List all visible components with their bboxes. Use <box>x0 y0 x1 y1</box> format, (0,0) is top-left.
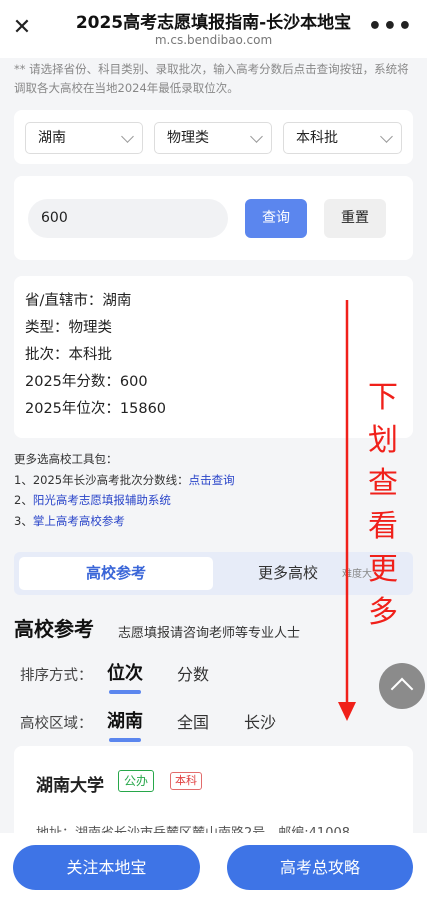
tab-college-reference[interactable]: 高校参考 <box>19 557 213 590</box>
chevron-down-icon <box>250 130 263 143</box>
back-to-top-button[interactable] <box>379 663 425 709</box>
filter-card: 湖南 物理类 本科批 <box>14 110 413 164</box>
scroll-hint-annotation: 下划查看更多 <box>368 380 398 630</box>
top-bar: ✕ 2025高考志愿填报指南-长沙本地宝 m.cs.bendibao.com •… <box>0 0 427 58</box>
batch-score-link[interactable]: 点击查询 <box>189 473 235 487</box>
region-label: 高校区域： <box>20 716 93 732</box>
sort-by-rank[interactable]: 位次 <box>107 659 143 694</box>
level-badge: 本科 <box>170 772 202 790</box>
section-title: 高校参考 <box>14 617 94 641</box>
chevron-down-icon <box>380 130 393 143</box>
subject-select[interactable]: 物理类 <box>154 122 272 154</box>
tools-item-3-text: 3、 <box>14 513 33 528</box>
follow-bendibao-button[interactable]: 关注本地宝 <box>13 845 200 890</box>
tab-more-colleges[interactable]: 更多高校 <box>258 557 318 590</box>
tools-item-1-text: 1、2025年长沙高考批次分数线： <box>14 472 189 487</box>
query-button[interactable]: 查询 <box>245 199 307 238</box>
university-name: 湖南大学 <box>36 776 104 796</box>
page-title: 2025高考志愿填报指南-长沙本地宝 <box>75 13 352 33</box>
region-changsha[interactable]: 长沙 <box>244 709 276 733</box>
public-badge: 公办 <box>118 770 155 792</box>
chevron-down-icon <box>121 130 134 143</box>
instruction-notice: ** 请选择省份、科目类别、录取批次，输入高考分数后点击查询按钮，系统将调取各大… <box>14 62 409 95</box>
page-url: m.cs.bendibao.com <box>154 33 273 47</box>
zhangshang-gaokao-link[interactable]: 掌上高考高校参考 <box>33 514 125 528</box>
section-description: 志愿填报请咨询老师等专业人士 <box>118 626 301 641</box>
score-card: 600 查询 重置 <box>14 176 413 260</box>
scroll-down-arrow-icon <box>338 300 356 721</box>
region-hunan[interactable]: 湖南 <box>107 707 143 742</box>
sunshine-gaokao-link[interactable]: 阳光高考志愿填报辅助系统 <box>33 493 171 507</box>
chevron-up-icon <box>390 677 414 701</box>
score-input[interactable]: 600 <box>28 199 228 238</box>
batch-select[interactable]: 本科批 <box>283 122 402 154</box>
gaokao-guide-button[interactable]: 高考总攻略 <box>227 845 413 890</box>
region-national[interactable]: 全国 <box>177 709 209 733</box>
tools-item-2-text: 2、 <box>14 493 33 507</box>
sort-by-score[interactable]: 分数 <box>177 661 209 685</box>
sort-label: 排序方式： <box>20 668 93 684</box>
province-select[interactable]: 湖南 <box>25 122 143 154</box>
close-icon[interactable]: ✕ <box>10 16 34 40</box>
batch-select-value: 本科批 <box>296 130 338 146</box>
bottom-action-bar: 关注本地宝 高考总攻略 <box>0 833 427 898</box>
more-dots-icon[interactable]: ••• <box>368 16 413 38</box>
subject-select-value: 物理类 <box>167 130 209 146</box>
reset-button[interactable]: 重置 <box>324 199 386 238</box>
province-select-value: 湖南 <box>38 130 66 146</box>
